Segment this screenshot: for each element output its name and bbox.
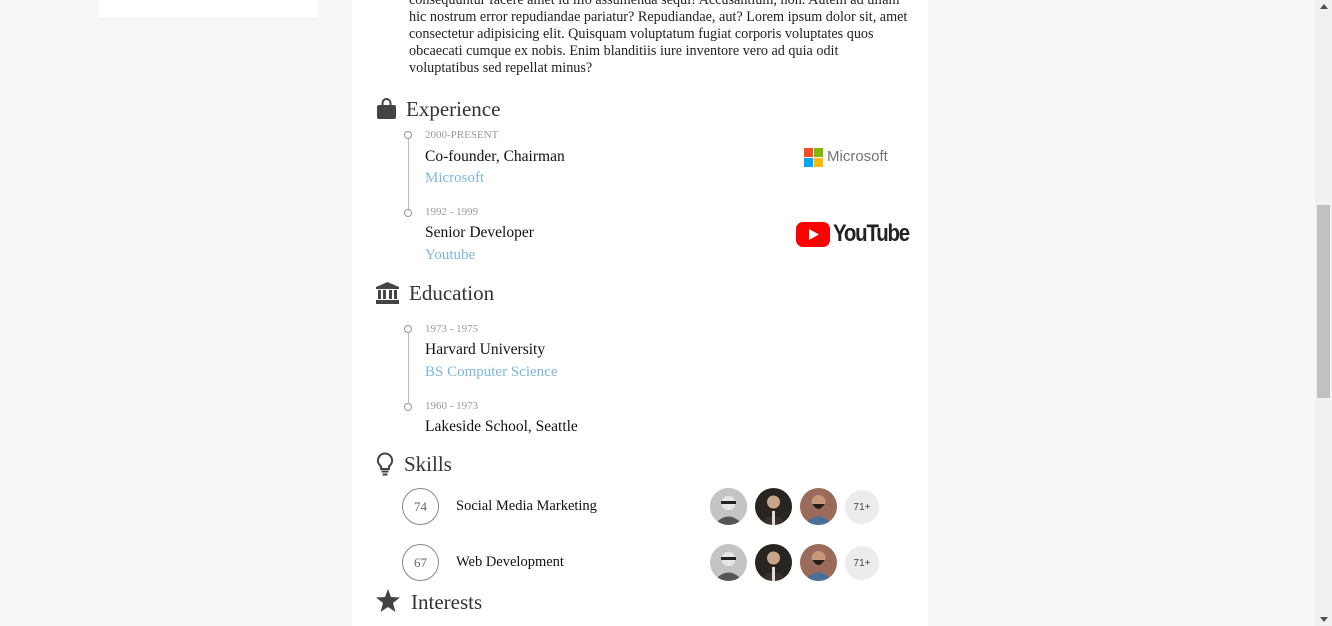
scroll-up-arrow-icon[interactable] <box>1320 4 1328 9</box>
microsoft-windows-icon <box>804 148 823 167</box>
institution-icon <box>376 282 399 304</box>
person-photo-icon <box>755 488 792 525</box>
education-date: 1960 - 1973 <box>425 400 479 412</box>
timeline-dot <box>404 325 412 333</box>
education-timeline-line <box>408 333 409 408</box>
youtube-play-icon <box>796 222 830 247</box>
skills-title: Skills <box>404 452 452 476</box>
person-photo-icon <box>710 544 747 581</box>
experience-org-link[interactable]: Microsoft <box>425 170 484 187</box>
star-icon <box>376 589 400 612</box>
page-scrollbar[interactable] <box>1315 0 1332 626</box>
skill-name: Web Development <box>456 554 564 570</box>
skill-name: Social Media Marketing <box>456 498 597 514</box>
person-photo-icon <box>710 488 747 525</box>
youtube-logo-text: YouTube <box>833 220 910 247</box>
skill-score: 74 <box>402 488 439 525</box>
experience-date: 1992 - 1999 <box>425 206 479 218</box>
experience-date: 2000-PRESENT <box>425 129 499 141</box>
microsoft-logo-text: Microsoft <box>827 148 888 165</box>
interests-title: Interests <box>411 590 483 614</box>
person-photo-icon <box>800 488 837 525</box>
more-endorsers-badge[interactable]: 71+ <box>845 546 879 580</box>
experience-role: Senior Developer <box>425 224 534 241</box>
person-photo-icon <box>800 544 837 581</box>
sidebar-card <box>99 0 318 17</box>
lightbulb-icon <box>376 452 394 476</box>
briefcase-icon <box>377 98 396 119</box>
person-photo-icon <box>755 544 792 581</box>
education-school: Harvard University <box>425 341 546 358</box>
scrollbar-thumb[interactable] <box>1317 205 1330 398</box>
endorser-avatar[interactable] <box>800 488 837 525</box>
endorser-avatar[interactable] <box>710 488 747 525</box>
endorser-avatar[interactable] <box>755 544 792 581</box>
experience-timeline-line <box>408 139 409 214</box>
education-date: 1973 - 1975 <box>425 323 479 335</box>
youtube-logo: YouTube <box>796 220 910 248</box>
experience-title: Experience <box>406 97 501 121</box>
endorser-avatar[interactable] <box>800 544 837 581</box>
endorser-avatar[interactable] <box>755 488 792 525</box>
about-text: consequuntur facere amet id illo assumen… <box>409 0 908 76</box>
education-title: Education <box>409 281 495 305</box>
scroll-down-arrow-icon[interactable] <box>1320 617 1328 622</box>
skill-score: 67 <box>402 544 439 581</box>
education-school: Lakeside School, Seattle <box>425 418 578 435</box>
timeline-dot <box>404 131 412 139</box>
more-endorsers-badge[interactable]: 71+ <box>845 490 879 524</box>
endorser-avatar[interactable] <box>710 544 747 581</box>
timeline-dot <box>404 209 412 217</box>
timeline-dot <box>404 403 412 411</box>
experience-role: Co-founder, Chairman <box>425 148 565 165</box>
education-degree-link[interactable]: BS Computer Science <box>425 364 557 381</box>
resume-card <box>352 0 928 626</box>
microsoft-logo: Microsoft <box>804 148 894 167</box>
experience-org-link[interactable]: Youtube <box>425 247 475 264</box>
